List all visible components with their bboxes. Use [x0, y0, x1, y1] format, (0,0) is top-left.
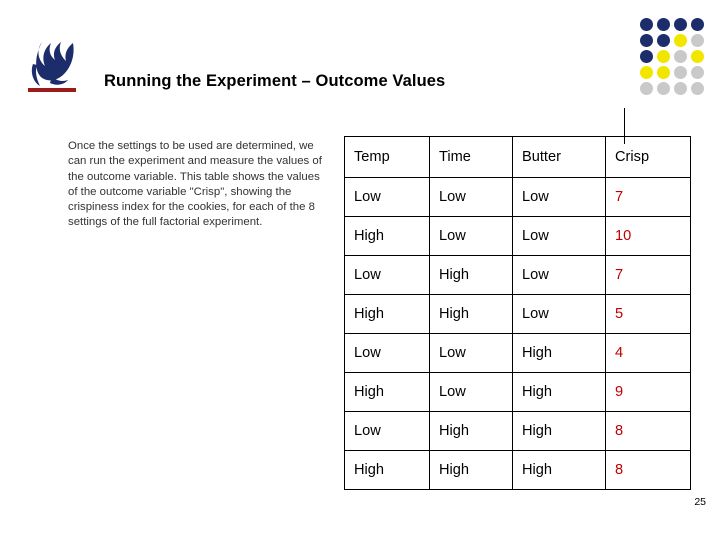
decorative-dot — [674, 34, 687, 47]
table-header-row: Temp Time Butter Crisp — [344, 136, 691, 178]
table-row: High High Low 5 — [344, 294, 691, 334]
table-cell-crisp: 8 — [605, 411, 691, 451]
outcome-values-table: Temp Time Butter Crisp Low Low Low 7 High Low… — [344, 136, 691, 490]
table-cell-crisp: 5 — [605, 294, 691, 334]
table-row: Low Low High 4 — [344, 333, 691, 373]
decorative-dot — [674, 50, 687, 63]
decorative-dot — [657, 66, 670, 79]
column-header-butter: Butter — [512, 136, 606, 178]
gsu-torch-logo — [28, 34, 86, 96]
decorative-dot — [657, 18, 670, 31]
decorative-dot — [657, 82, 670, 95]
table-cell-butter: Low — [512, 216, 606, 256]
table-cell-crisp: 10 — [605, 216, 691, 256]
table-cell-butter: High — [512, 372, 606, 412]
decorative-dot — [674, 66, 687, 79]
table-cell-temp: High — [344, 216, 430, 256]
decorative-dot — [640, 82, 653, 95]
table-cell-crisp: 8 — [605, 450, 691, 490]
table-cell-butter: Low — [512, 255, 606, 295]
decorative-dot — [691, 66, 704, 79]
decorative-dot — [674, 82, 687, 95]
column-header-crisp: Crisp — [605, 136, 691, 178]
decorative-dot — [640, 34, 653, 47]
table-cell-crisp: 9 — [605, 372, 691, 412]
table-cell-butter: Low — [512, 177, 606, 217]
table-cell-temp: Low — [344, 333, 430, 373]
table-cell-crisp: 7 — [605, 255, 691, 295]
table-cell-temp: High — [344, 372, 430, 412]
table-row: High High High 8 — [344, 450, 691, 490]
decorative-dot — [691, 50, 704, 63]
table-cell-temp: Low — [344, 177, 430, 217]
table-cell-time: High — [429, 411, 513, 451]
table-cell-butter: High — [512, 450, 606, 490]
decorative-dot — [640, 50, 653, 63]
table-cell-butter: Low — [512, 294, 606, 334]
table-cell-temp: High — [344, 294, 430, 334]
table-cell-crisp: 7 — [605, 177, 691, 217]
table-cell-time: Low — [429, 216, 513, 256]
table-cell-time: Low — [429, 372, 513, 412]
decorative-dot — [691, 34, 704, 47]
table-cell-temp: Low — [344, 411, 430, 451]
table-row: Low Low Low 7 — [344, 177, 691, 217]
decorative-dot — [657, 34, 670, 47]
logo-underline — [28, 88, 76, 92]
dot-grid-decoration — [640, 18, 710, 96]
table-cell-time: High — [429, 294, 513, 334]
table-cell-butter: High — [512, 411, 606, 451]
table-cell-crisp: 4 — [605, 333, 691, 373]
body-paragraph: Once the settings to be used are determi… — [68, 140, 322, 229]
table-row: High Low High 9 — [344, 372, 691, 412]
decorative-dot — [640, 66, 653, 79]
decorative-dot — [657, 50, 670, 63]
table-row: Low High High 8 — [344, 411, 691, 451]
slide-number: 25 — [694, 496, 706, 508]
table-cell-time: Low — [429, 177, 513, 217]
table-cell-time: Low — [429, 333, 513, 373]
table-cell-butter: High — [512, 333, 606, 373]
decorative-dot — [674, 18, 687, 31]
table-cell-temp: High — [344, 450, 430, 490]
table-row: High Low Low 10 — [344, 216, 691, 256]
table-cell-time: High — [429, 450, 513, 490]
column-header-time: Time — [429, 136, 513, 178]
table-cell-temp: Low — [344, 255, 430, 295]
column-header-temp: Temp — [344, 136, 430, 178]
decorative-dot — [691, 18, 704, 31]
decorative-dot — [691, 82, 704, 95]
table-cell-time: High — [429, 255, 513, 295]
decorative-dot — [640, 18, 653, 31]
table-row: Low High Low 7 — [344, 255, 691, 295]
page-title: Running the Experiment – Outcome Values — [104, 72, 446, 90]
